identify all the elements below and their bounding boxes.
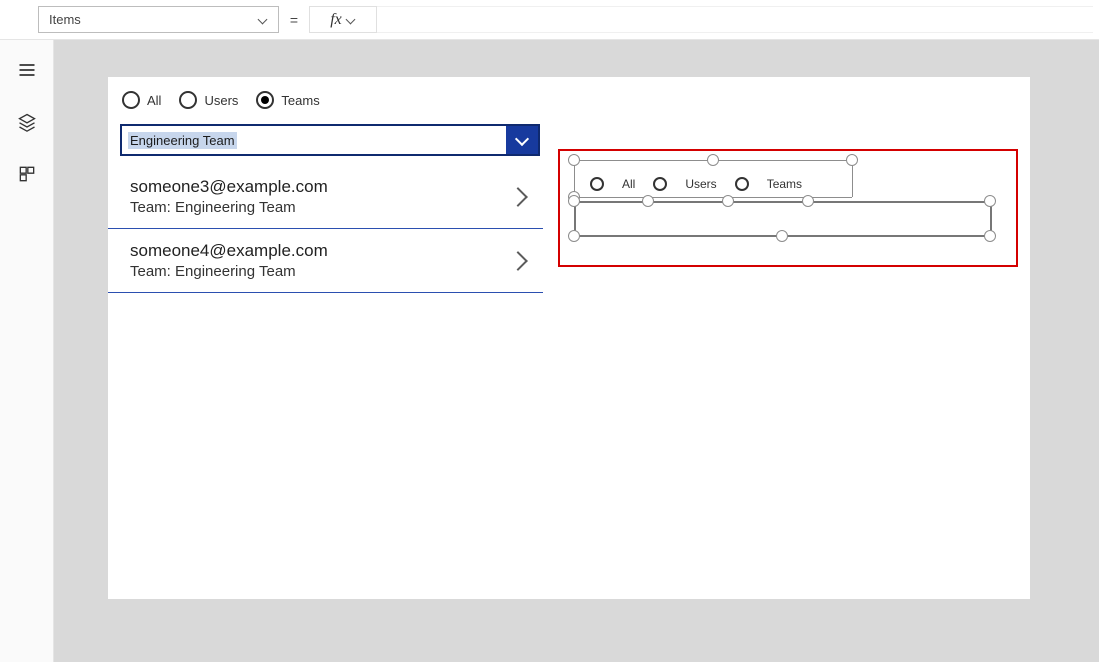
- resize-handle[interactable]: [722, 195, 734, 207]
- chevron-down-icon: [258, 15, 268, 25]
- list-item-subtitle: Team: Engineering Team: [130, 199, 328, 216]
- chevron-right-icon: [508, 251, 528, 271]
- canvas-area[interactable]: All Users Teams Engineering Team: [54, 40, 1099, 662]
- chevron-right-icon: [508, 187, 528, 207]
- list-item[interactable]: someone4@example.com Team: Engineering T…: [108, 229, 543, 293]
- left-rail: [0, 40, 54, 662]
- radio-users[interactable]: Users: [179, 91, 238, 109]
- selection-edge: [574, 201, 990, 203]
- radio-label: All: [622, 177, 635, 191]
- radio-icon: [735, 177, 749, 191]
- resize-handle[interactable]: [568, 154, 580, 166]
- formula-input[interactable]: [377, 6, 1093, 33]
- filter-radio-group: All Users Teams: [122, 91, 320, 109]
- radio-icon: [256, 91, 274, 109]
- radio-label: Teams: [281, 93, 319, 108]
- formula-bar: Items = fx: [0, 0, 1099, 40]
- equals-label: =: [279, 0, 309, 39]
- list-item-title: someone4@example.com: [130, 241, 328, 261]
- resize-handle[interactable]: [984, 195, 996, 207]
- radio-teams[interactable]: Teams: [256, 91, 319, 109]
- radio-label: Users: [685, 177, 716, 191]
- team-combobox[interactable]: Engineering Team: [120, 124, 540, 156]
- resize-handle[interactable]: [568, 230, 580, 242]
- property-dropdown[interactable]: Items: [38, 6, 279, 33]
- radio-label: Teams: [767, 177, 802, 191]
- fx-icon: fx: [330, 11, 342, 29]
- resize-handle[interactable]: [984, 230, 996, 242]
- layers-icon[interactable]: [17, 112, 37, 132]
- resize-handle[interactable]: [642, 195, 654, 207]
- radio-label: All: [147, 93, 161, 108]
- selection-highlight: [558, 149, 1018, 267]
- chevron-down-icon[interactable]: [506, 126, 538, 154]
- radio-icon: [179, 91, 197, 109]
- radio-label: Users: [204, 93, 238, 108]
- property-label: Items: [49, 12, 81, 27]
- resize-handle[interactable]: [802, 195, 814, 207]
- results-list: someone3@example.com Team: Engineering T…: [108, 165, 543, 293]
- menu-icon[interactable]: [17, 60, 37, 80]
- resize-handle[interactable]: [776, 230, 788, 242]
- list-item-title: someone3@example.com: [130, 177, 328, 197]
- design-radio-group[interactable]: All Users Teams: [590, 177, 802, 191]
- resize-handle[interactable]: [846, 154, 858, 166]
- radio-all[interactable]: All: [122, 91, 161, 109]
- list-item[interactable]: someone3@example.com Team: Engineering T…: [108, 165, 543, 229]
- resize-handle[interactable]: [568, 195, 580, 207]
- workspace: All Users Teams Engineering Team: [0, 40, 1099, 662]
- radio-icon: [653, 177, 667, 191]
- combobox-value: Engineering Team: [122, 126, 506, 154]
- components-icon[interactable]: [17, 164, 37, 184]
- chevron-down-icon: [346, 15, 356, 25]
- list-item-subtitle: Team: Engineering Team: [130, 263, 328, 280]
- resize-handle[interactable]: [707, 154, 719, 166]
- app-screen: All Users Teams Engineering Team: [108, 77, 1030, 599]
- radio-icon: [122, 91, 140, 109]
- radio-icon: [590, 177, 604, 191]
- fx-button[interactable]: fx: [309, 6, 377, 33]
